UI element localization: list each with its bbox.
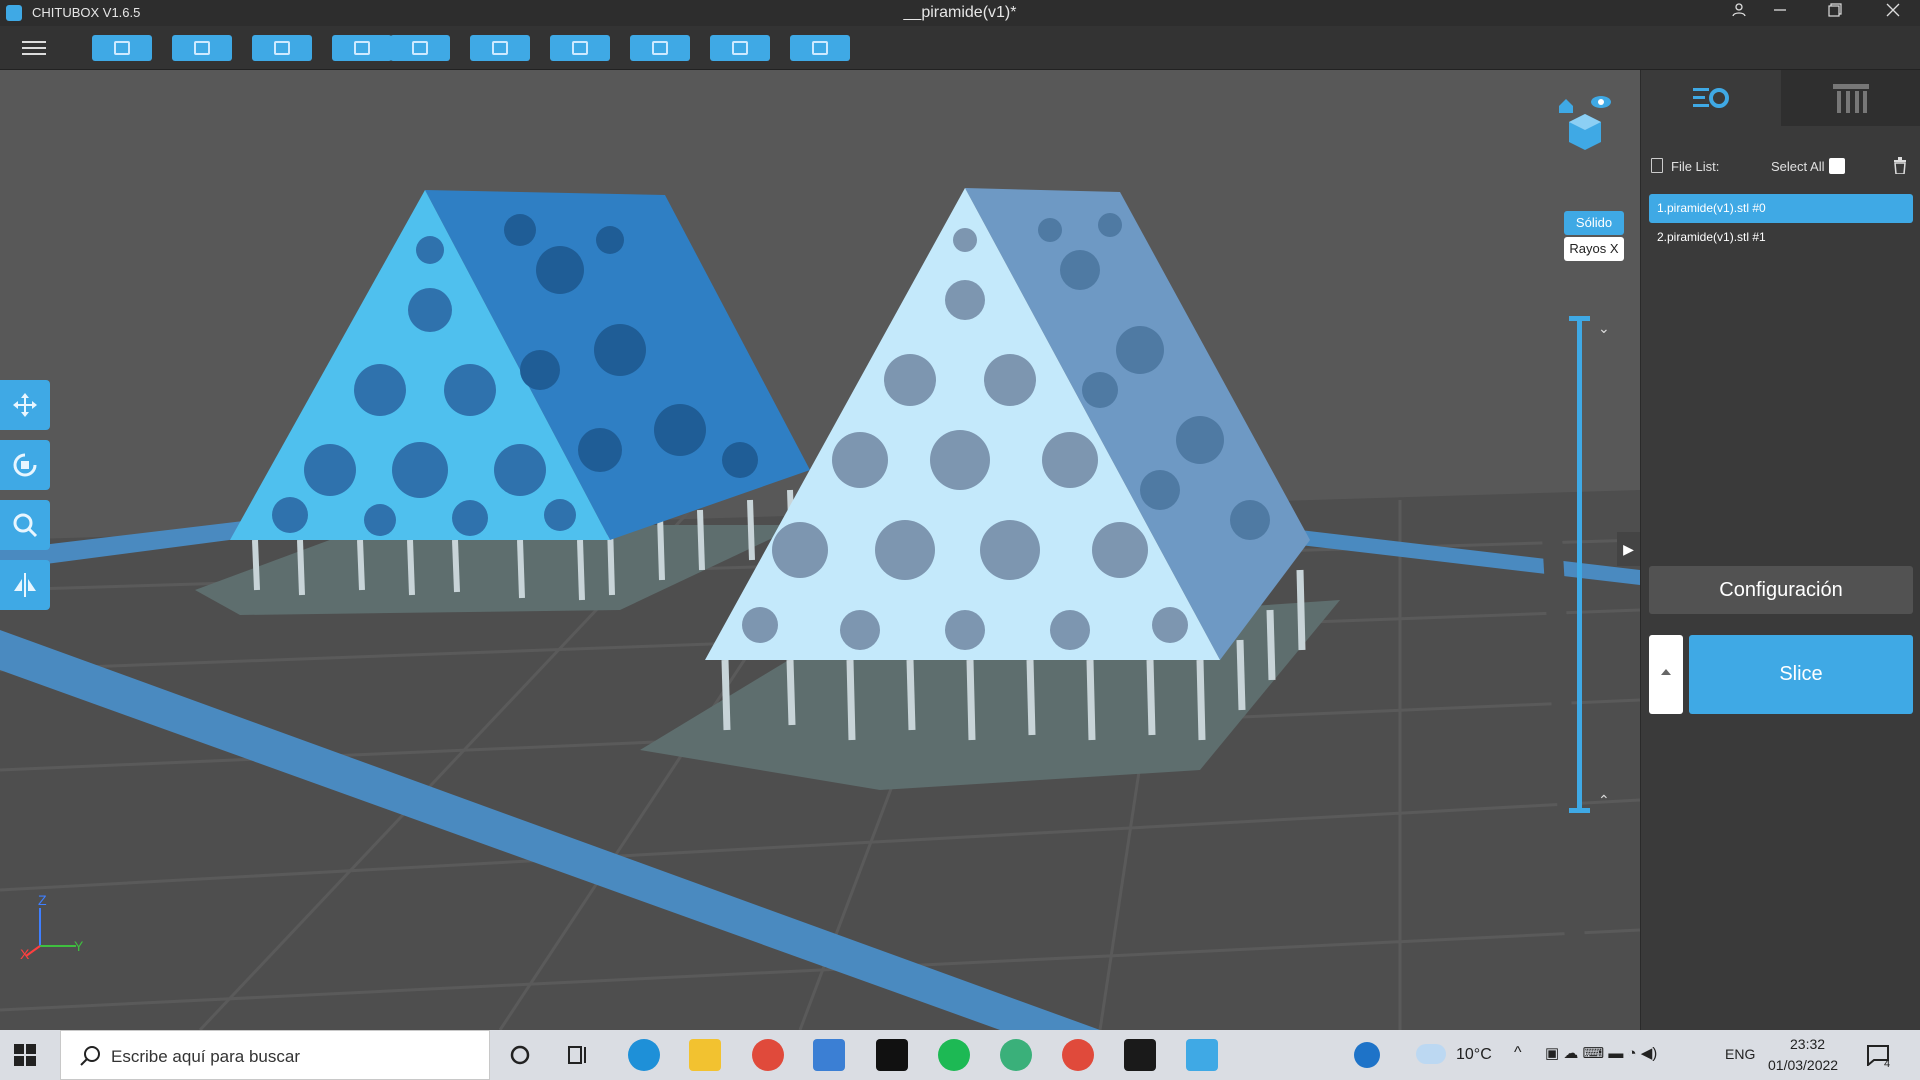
slice-button[interactable]: Slice (1689, 635, 1913, 714)
chevron-up-icon[interactable]: ⌃ (1598, 792, 1610, 809)
mail-icon[interactable] (813, 1039, 845, 1071)
notification-count: 4 (1884, 1058, 1891, 1070)
move-icon (13, 393, 37, 417)
floppy-icon (194, 41, 210, 55)
language-indicator[interactable]: ENG (1725, 1046, 1755, 1062)
search-placeholder: Escribe aquí para buscar (111, 1047, 300, 1066)
print-preview-button[interactable] (710, 35, 770, 61)
view-cube-icon (1559, 96, 1611, 150)
document-button[interactable] (470, 35, 530, 61)
list-settings-icon (1693, 88, 1729, 108)
cortana-icon[interactable] (508, 1043, 532, 1067)
file-list-header: File List: Select All (1651, 156, 1913, 178)
tray-system-icons[interactable]: ▣ ☁ ⌨ ▬ ◔ ◀) (1545, 1044, 1657, 1062)
redo-button[interactable] (390, 35, 450, 61)
netflix-icon[interactable] (876, 1039, 908, 1071)
hollow-button[interactable] (630, 35, 690, 61)
export-button[interactable] (790, 35, 850, 61)
save-button[interactable] (172, 35, 232, 61)
title-bar: CHITUBOX V1.6.5 __piramide(v1)* (0, 0, 1920, 26)
slice-options-button[interactable] (1649, 635, 1683, 714)
file-list-item[interactable]: 2.piramide(v1).stl #1 (1649, 223, 1913, 252)
layout-icon (572, 41, 588, 55)
right-panel: File List: Select All 1.piramide(v1).stl… (1640, 70, 1920, 1030)
main-toolbar (0, 26, 1920, 70)
atom-app-icon[interactable] (1000, 1039, 1032, 1071)
chrome-profile-icon[interactable] (1062, 1039, 1094, 1071)
close-icon[interactable] (1866, 0, 1920, 26)
screenshot-button[interactable] (252, 35, 312, 61)
tab-settings[interactable] (1641, 70, 1781, 126)
weather-icon[interactable] (1416, 1044, 1446, 1064)
inkscape-icon[interactable] (1124, 1039, 1156, 1071)
configuration-button[interactable]: Configuración (1649, 566, 1913, 614)
axis-x-label: X (20, 946, 30, 962)
help-icon[interactable] (1354, 1042, 1380, 1068)
tray-chevron-up-icon[interactable]: ^ (1514, 1044, 1522, 1062)
rotate-tool-button[interactable] (0, 440, 50, 490)
windows-start-icon[interactable] (10, 1040, 40, 1070)
folder-icon (114, 41, 130, 55)
windows-taskbar: Escribe aquí para buscar 10°C ^ ▣ ☁ ⌨ ▬ … (0, 1030, 1920, 1080)
axis-z-label: Z (38, 892, 47, 908)
clock-time[interactable]: 23:32 (1790, 1036, 1825, 1052)
restore-icon[interactable] (1808, 0, 1862, 26)
select-all-label: Select All (1771, 159, 1825, 174)
undo-button[interactable] (332, 35, 392, 61)
file-list-icon (1651, 158, 1663, 173)
view-cube[interactable] (1556, 92, 1614, 156)
minimize-icon[interactable] (1753, 0, 1807, 26)
mirror-icon (14, 573, 36, 597)
file-list-label: File List: (1671, 159, 1720, 174)
spotify-icon[interactable] (938, 1039, 970, 1071)
3d-viewport[interactable]: Z Y X Sólido Rayos X ⌄ ⌃ ▶ (0, 70, 1640, 1030)
rotate-icon (13, 453, 37, 477)
scale-tool-button[interactable] (0, 500, 50, 550)
file-list-item[interactable]: 1.piramide(v1).stl #0 (1649, 194, 1913, 223)
task-view-icon[interactable] (567, 1043, 591, 1067)
mirror-tool-button[interactable] (0, 560, 50, 610)
chitubox-taskbar-icon[interactable] (1186, 1039, 1218, 1071)
axis-y-label: Y (74, 938, 84, 954)
trash-icon[interactable] (1893, 157, 1907, 174)
package-icon (812, 41, 828, 55)
file-explorer-icon[interactable] (689, 1039, 721, 1071)
document-title: __piramide(v1)* (903, 4, 1017, 21)
supports-icon (1833, 84, 1869, 113)
arrange-button[interactable] (550, 35, 610, 61)
open-file-button[interactable] (92, 35, 152, 61)
redo-icon (412, 41, 428, 55)
taskbar-search[interactable]: Escribe aquí para buscar (60, 1030, 490, 1080)
xray-mode-button[interactable]: Rayos X (1564, 237, 1624, 261)
square-icon (732, 41, 748, 55)
hamburger-menu-icon[interactable] (22, 37, 46, 59)
clock-date[interactable]: 01/03/2022 (1768, 1057, 1838, 1073)
select-all-checkbox[interactable] (1829, 158, 1845, 174)
move-tool-button[interactable] (0, 380, 50, 430)
panel-collapse-button[interactable]: ▶ (1617, 532, 1640, 566)
chevron-down-icon[interactable]: ⌄ (1598, 320, 1610, 337)
document-icon (492, 41, 508, 55)
build-plate-scene (0, 188, 1640, 1030)
undo-icon (354, 41, 370, 55)
chrome-icon[interactable] (752, 1039, 784, 1071)
search-icon (80, 1046, 100, 1066)
bottle-icon (652, 41, 668, 55)
edge-icon[interactable] (628, 1039, 660, 1071)
weather-temperature[interactable]: 10°C (1456, 1046, 1492, 1064)
zoom-icon (13, 513, 38, 538)
solid-mode-button[interactable]: Sólido (1564, 211, 1624, 235)
caret-up-icon (1661, 669, 1671, 675)
tab-supports[interactable] (1781, 70, 1920, 126)
layer-slider[interactable] (1577, 316, 1582, 808)
frame-icon (274, 41, 290, 55)
layer-slider-bottom-handle[interactable] (1569, 808, 1590, 813)
